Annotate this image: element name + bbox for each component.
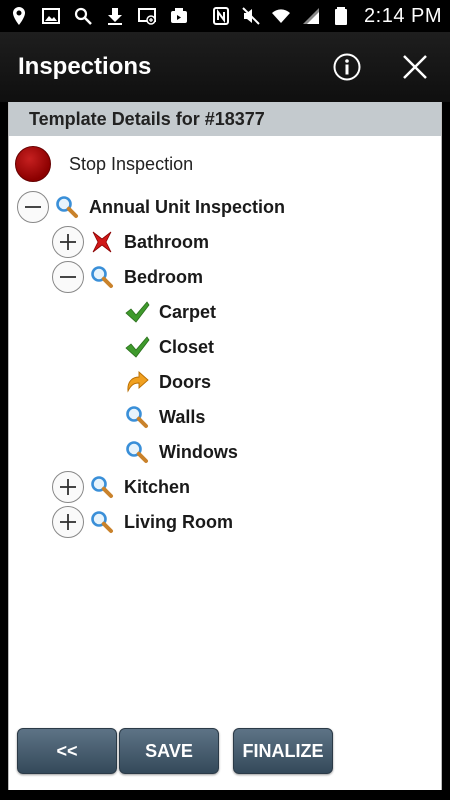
tree-row[interactable]: Bedroom: [52, 260, 203, 294]
magnifier-icon: [91, 266, 113, 288]
tree-node-label[interactable]: Carpet: [159, 302, 216, 323]
close-icon: [403, 55, 427, 79]
plus-icon: [60, 479, 76, 495]
status-right-icons: 2:14 PM: [210, 5, 442, 28]
tree-node-label[interactable]: Bedroom: [124, 267, 203, 288]
app-bar: Inspections: [0, 32, 450, 102]
magnifier-icon: [126, 406, 148, 428]
checkmark-icon: [125, 336, 150, 358]
node-status[interactable]: [123, 368, 151, 396]
panel-header: Template Details for #18377: [9, 102, 441, 136]
close-button[interactable]: [398, 50, 432, 84]
status-time: 2:14 PM: [364, 4, 442, 27]
tree-row[interactable]: Doors: [87, 365, 211, 399]
tree-row[interactable]: Walls: [87, 400, 205, 434]
magnifier-icon: [56, 196, 78, 218]
stop-inspection-row: Stop Inspection: [15, 146, 193, 182]
node-status[interactable]: [123, 333, 151, 361]
stop-inspection-button[interactable]: [15, 146, 51, 182]
tree-row[interactable]: Carpet: [87, 295, 216, 329]
collapse-button[interactable]: [52, 261, 84, 293]
download-icon: [104, 5, 126, 27]
node-status[interactable]: [123, 438, 151, 466]
node-status[interactable]: [123, 298, 151, 326]
finalize-button[interactable]: FINALIZE: [233, 728, 333, 774]
collapse-button[interactable]: [17, 191, 49, 223]
template-panel: Template Details for #18377 Stop Inspect…: [8, 102, 442, 790]
status-bar: 2:14 PM: [0, 0, 450, 32]
checkmark-icon: [125, 301, 150, 323]
tree-node-label[interactable]: Bathroom: [124, 232, 209, 253]
node-status[interactable]: [88, 228, 116, 256]
minus-icon: [60, 276, 76, 278]
tree-node-label[interactable]: Annual Unit Inspection: [89, 197, 285, 218]
node-status[interactable]: [53, 193, 81, 221]
back-button[interactable]: <<: [17, 728, 117, 774]
tree-row[interactable]: Windows: [87, 435, 238, 469]
plus-icon: [60, 514, 76, 530]
location-icon: [8, 5, 30, 27]
node-status[interactable]: [88, 473, 116, 501]
signal-icon: [300, 5, 322, 27]
info-icon: [333, 53, 361, 81]
tree-row[interactable]: Living Room: [52, 505, 233, 539]
red-x-icon: [92, 231, 112, 253]
search-icon: [72, 5, 94, 27]
tree-row[interactable]: Kitchen: [52, 470, 190, 504]
photo-icon: [168, 5, 190, 27]
tree-node-label[interactable]: Walls: [159, 407, 205, 428]
status-left-icons: [8, 5, 190, 27]
magnifier-icon: [126, 441, 148, 463]
node-status[interactable]: [123, 403, 151, 431]
tree-row[interactable]: Closet: [87, 330, 214, 364]
tree-node-label[interactable]: Closet: [159, 337, 214, 358]
cast-icon: [136, 5, 158, 27]
expand-button[interactable]: [52, 506, 84, 538]
tree-row[interactable]: Bathroom: [52, 225, 209, 259]
node-status[interactable]: [88, 508, 116, 536]
gallery-icon: [40, 5, 62, 27]
tree-node-label[interactable]: Kitchen: [124, 477, 190, 498]
expand-button[interactable]: [52, 226, 84, 258]
stop-inspection-label: Stop Inspection: [69, 153, 194, 174]
magnifier-icon: [91, 476, 113, 498]
magnifier-icon: [91, 511, 113, 533]
plus-icon: [60, 234, 76, 250]
tree-node-label[interactable]: Doors: [159, 372, 211, 393]
nfc-icon: [210, 5, 232, 27]
save-button[interactable]: SAVE: [119, 728, 219, 774]
wifi-icon: [270, 5, 292, 27]
tree-node-label[interactable]: Windows: [159, 442, 238, 463]
mute-icon: [240, 5, 262, 27]
node-status[interactable]: [88, 263, 116, 291]
app-actions: [330, 50, 432, 84]
tree-node-label[interactable]: Living Room: [124, 512, 233, 533]
tree-row[interactable]: Annual Unit Inspection: [17, 190, 285, 224]
info-button[interactable]: [330, 50, 364, 84]
battery-icon: [330, 5, 352, 27]
expand-button[interactable]: [52, 471, 84, 503]
minus-icon: [25, 206, 41, 208]
app-title: Inspections: [18, 53, 152, 80]
redo-arrow-icon: [127, 370, 149, 393]
